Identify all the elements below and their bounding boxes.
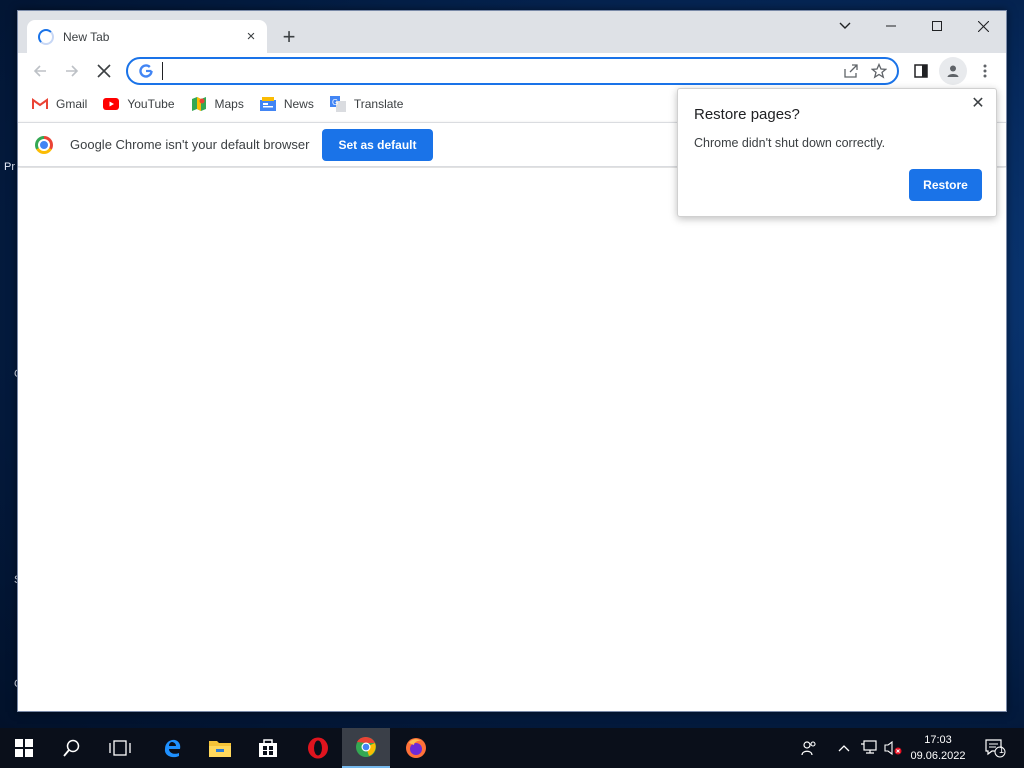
bookmark-label: Maps (214, 97, 244, 111)
stop-icon (97, 64, 111, 78)
restore-button[interactable]: Restore (909, 169, 982, 201)
address-bar[interactable] (126, 57, 899, 85)
minimize-icon (886, 25, 896, 27)
news-icon (259, 97, 276, 111)
clock-time: 17:03 (924, 734, 952, 746)
dialog-message: Chrome didn't shut down correctly. (694, 136, 886, 150)
file-explorer-icon (209, 741, 231, 757)
close-icon (977, 20, 989, 32)
bookmark-gmail[interactable]: Gmail (32, 97, 87, 111)
set-as-default-button[interactable]: Set as default (322, 128, 433, 161)
infobar-message: Google Chrome isn't your default browser (70, 137, 310, 152)
notification-count: 1 (999, 745, 1005, 755)
forward-arrow-icon (66, 65, 79, 77)
maximize-button[interactable] (914, 11, 960, 41)
people-button[interactable] (796, 728, 822, 768)
tab-search-button[interactable] (822, 11, 868, 41)
tab-new-tab[interactable]: New Tab × (27, 20, 267, 53)
back-arrow-icon (33, 65, 46, 77)
gmail-icon (32, 97, 48, 111)
tab-strip: New Tab × + (18, 11, 1006, 53)
page-content (18, 168, 1006, 711)
new-tab-button[interactable]: + (276, 24, 302, 50)
taskbar-search-button[interactable] (48, 728, 96, 768)
clock-date: 09.06.2022 (910, 750, 966, 762)
side-panel-icon (914, 64, 928, 78)
start-icon (15, 739, 33, 757)
taskbar-store[interactable] (244, 728, 292, 768)
desktop-icon-label[interactable]: Pr (4, 161, 15, 173)
bookmark-translate[interactable]: G Translate (329, 96, 404, 112)
share-button[interactable] (837, 59, 865, 83)
tab-title: New Tab (63, 29, 110, 44)
task-view-icon (109, 740, 131, 756)
search-icon (63, 739, 80, 757)
tab-close-button[interactable]: × (241, 27, 261, 47)
volume-muted-icon (884, 740, 902, 756)
task-view-button[interactable] (96, 728, 144, 768)
store-icon (259, 739, 277, 757)
youtube-icon (103, 97, 120, 111)
taskbar-edge[interactable] (148, 728, 196, 768)
show-hidden-icons-button[interactable] (834, 728, 854, 768)
bookmark-youtube[interactable]: YouTube (103, 97, 175, 111)
chrome-icon (356, 736, 376, 757)
translate-icon: G (329, 96, 346, 112)
action-center-button[interactable]: 1 (978, 728, 1012, 768)
taskbar-firefox[interactable] (392, 728, 440, 768)
opera-icon (308, 737, 328, 759)
bookmark-maps[interactable]: Maps (191, 97, 244, 111)
bookmark-label: Gmail (56, 97, 88, 111)
back-button[interactable] (26, 57, 54, 85)
bookmark-label: Translate (353, 97, 404, 111)
chevron-up-icon (838, 745, 850, 752)
bookmark-label: YouTube (127, 97, 175, 111)
svg-text:G: G (332, 98, 338, 107)
profile-button[interactable] (939, 57, 967, 85)
start-button[interactable] (0, 728, 48, 768)
address-input[interactable] (162, 62, 837, 80)
maps-icon (191, 97, 207, 111)
loading-spinner-icon (38, 28, 54, 45)
minimize-button[interactable] (868, 11, 914, 41)
menu-button[interactable] (971, 57, 999, 85)
firefox-icon (406, 738, 426, 758)
taskbar: 17:03 09.06.2022 1 (0, 728, 1024, 768)
people-icon (801, 741, 816, 756)
chevron-down-icon (839, 22, 851, 29)
dialog-title: Restore pages? (694, 106, 800, 123)
edge-icon (164, 739, 181, 758)
maximize-icon (932, 21, 942, 31)
taskbar-clock[interactable]: 17:03 09.06.2022 (904, 732, 972, 764)
forward-button[interactable] (58, 57, 86, 85)
chrome-logo-icon (35, 135, 53, 154)
volume-button[interactable] (882, 728, 904, 768)
restore-pages-dialog: Restore pages? Chrome didn't shut down c… (677, 88, 997, 217)
bookmark-news[interactable]: News (259, 97, 314, 111)
google-icon (138, 63, 154, 79)
close-window-button[interactable] (960, 11, 1006, 41)
more-vert-icon (983, 64, 987, 78)
side-panel-button[interactable] (907, 57, 935, 85)
taskbar-chrome[interactable] (342, 728, 390, 768)
bookmark-label: News (283, 97, 314, 111)
dialog-close-button[interactable]: ✕ (968, 93, 988, 113)
bookmark-star-button[interactable] (865, 59, 893, 83)
toolbar (18, 53, 1006, 89)
star-icon (871, 63, 887, 79)
stop-loading-button[interactable] (90, 57, 118, 85)
network-button[interactable] (858, 728, 880, 768)
avatar-icon (947, 65, 959, 77)
taskbar-file-explorer[interactable] (196, 728, 244, 768)
share-icon (844, 64, 858, 78)
network-icon (861, 740, 877, 754)
taskbar-opera[interactable] (294, 728, 342, 768)
